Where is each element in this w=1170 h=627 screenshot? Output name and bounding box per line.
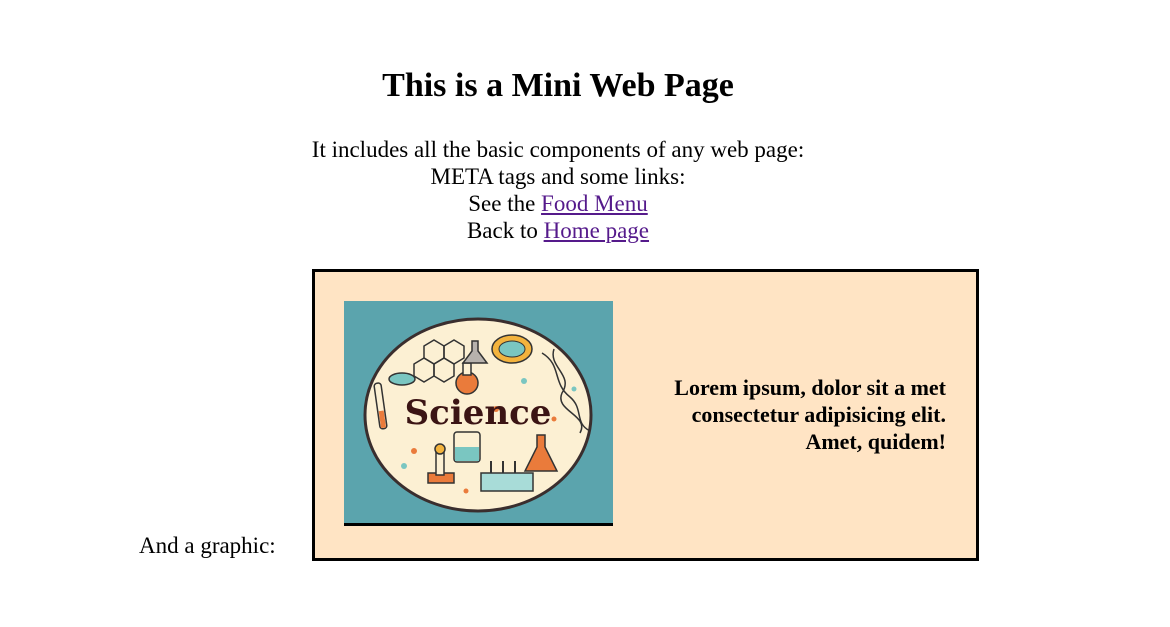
graphic-box: Science Lorem ipsum, dolor sit a met con… bbox=[312, 269, 979, 561]
meta-line: META tags and some links: bbox=[430, 164, 686, 189]
food-menu-link[interactable]: Food Menu bbox=[541, 191, 648, 216]
home-page-prefix: Back to bbox=[466, 218, 538, 243]
food-menu-line: See the Food Menu bbox=[0, 190, 1116, 217]
lorem-line: Amet, quidem! bbox=[805, 429, 946, 454]
lorem-line: consectetur adipisicing elit. bbox=[691, 402, 946, 427]
graphic-label: And a graphic: bbox=[139, 533, 276, 558]
lorem-line: Lorem ipsum, dolor sit a met bbox=[674, 375, 946, 400]
home-page-link[interactable]: Home page bbox=[544, 218, 649, 243]
lorem-text: Lorem ipsum, dolor sit a met consectetur… bbox=[626, 374, 946, 455]
food-menu-prefix: See the bbox=[468, 191, 536, 216]
home-page-line: Back to Home page bbox=[0, 217, 1116, 244]
page-title: This is a Mini Web Page bbox=[382, 67, 734, 104]
science-image: Science bbox=[344, 301, 613, 526]
science-illustration: Science bbox=[363, 317, 593, 513]
intro-line: It includes all the basic components of … bbox=[311, 137, 805, 162]
science-title: Science bbox=[405, 393, 552, 433]
intro-block: It includes all the basic components of … bbox=[0, 136, 1116, 244]
